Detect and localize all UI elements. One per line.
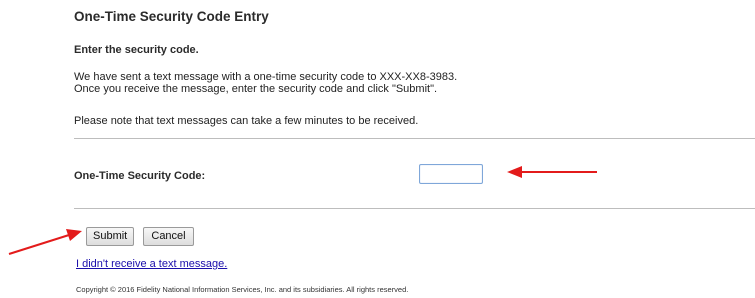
arrow-to-code-input-icon (507, 166, 597, 178)
copyright-text: Copyright © 2016 Fidelity National Infor… (76, 285, 409, 294)
submit-button[interactable]: Submit (86, 227, 134, 246)
security-code-input[interactable] (419, 164, 483, 184)
divider-bottom (74, 208, 755, 209)
no-text-message-link[interactable]: I didn't receive a text message. (76, 258, 227, 270)
instruction-heading: Enter the security code. (74, 44, 199, 56)
instructions-text: Once you receive the message, enter the … (74, 83, 438, 95)
cancel-button[interactable]: Cancel (143, 227, 194, 246)
page-title: One-Time Security Code Entry (74, 9, 269, 24)
message-sent-text: We have sent a text message with a one-t… (74, 71, 458, 83)
arrow-to-submit-button-icon (8, 229, 82, 255)
divider-top (74, 138, 755, 139)
security-code-page: One-Time Security Code Entry Enter the s… (0, 0, 755, 298)
delay-note-text: Please note that text messages can take … (74, 115, 419, 127)
security-code-label: One-Time Security Code: (74, 170, 206, 182)
